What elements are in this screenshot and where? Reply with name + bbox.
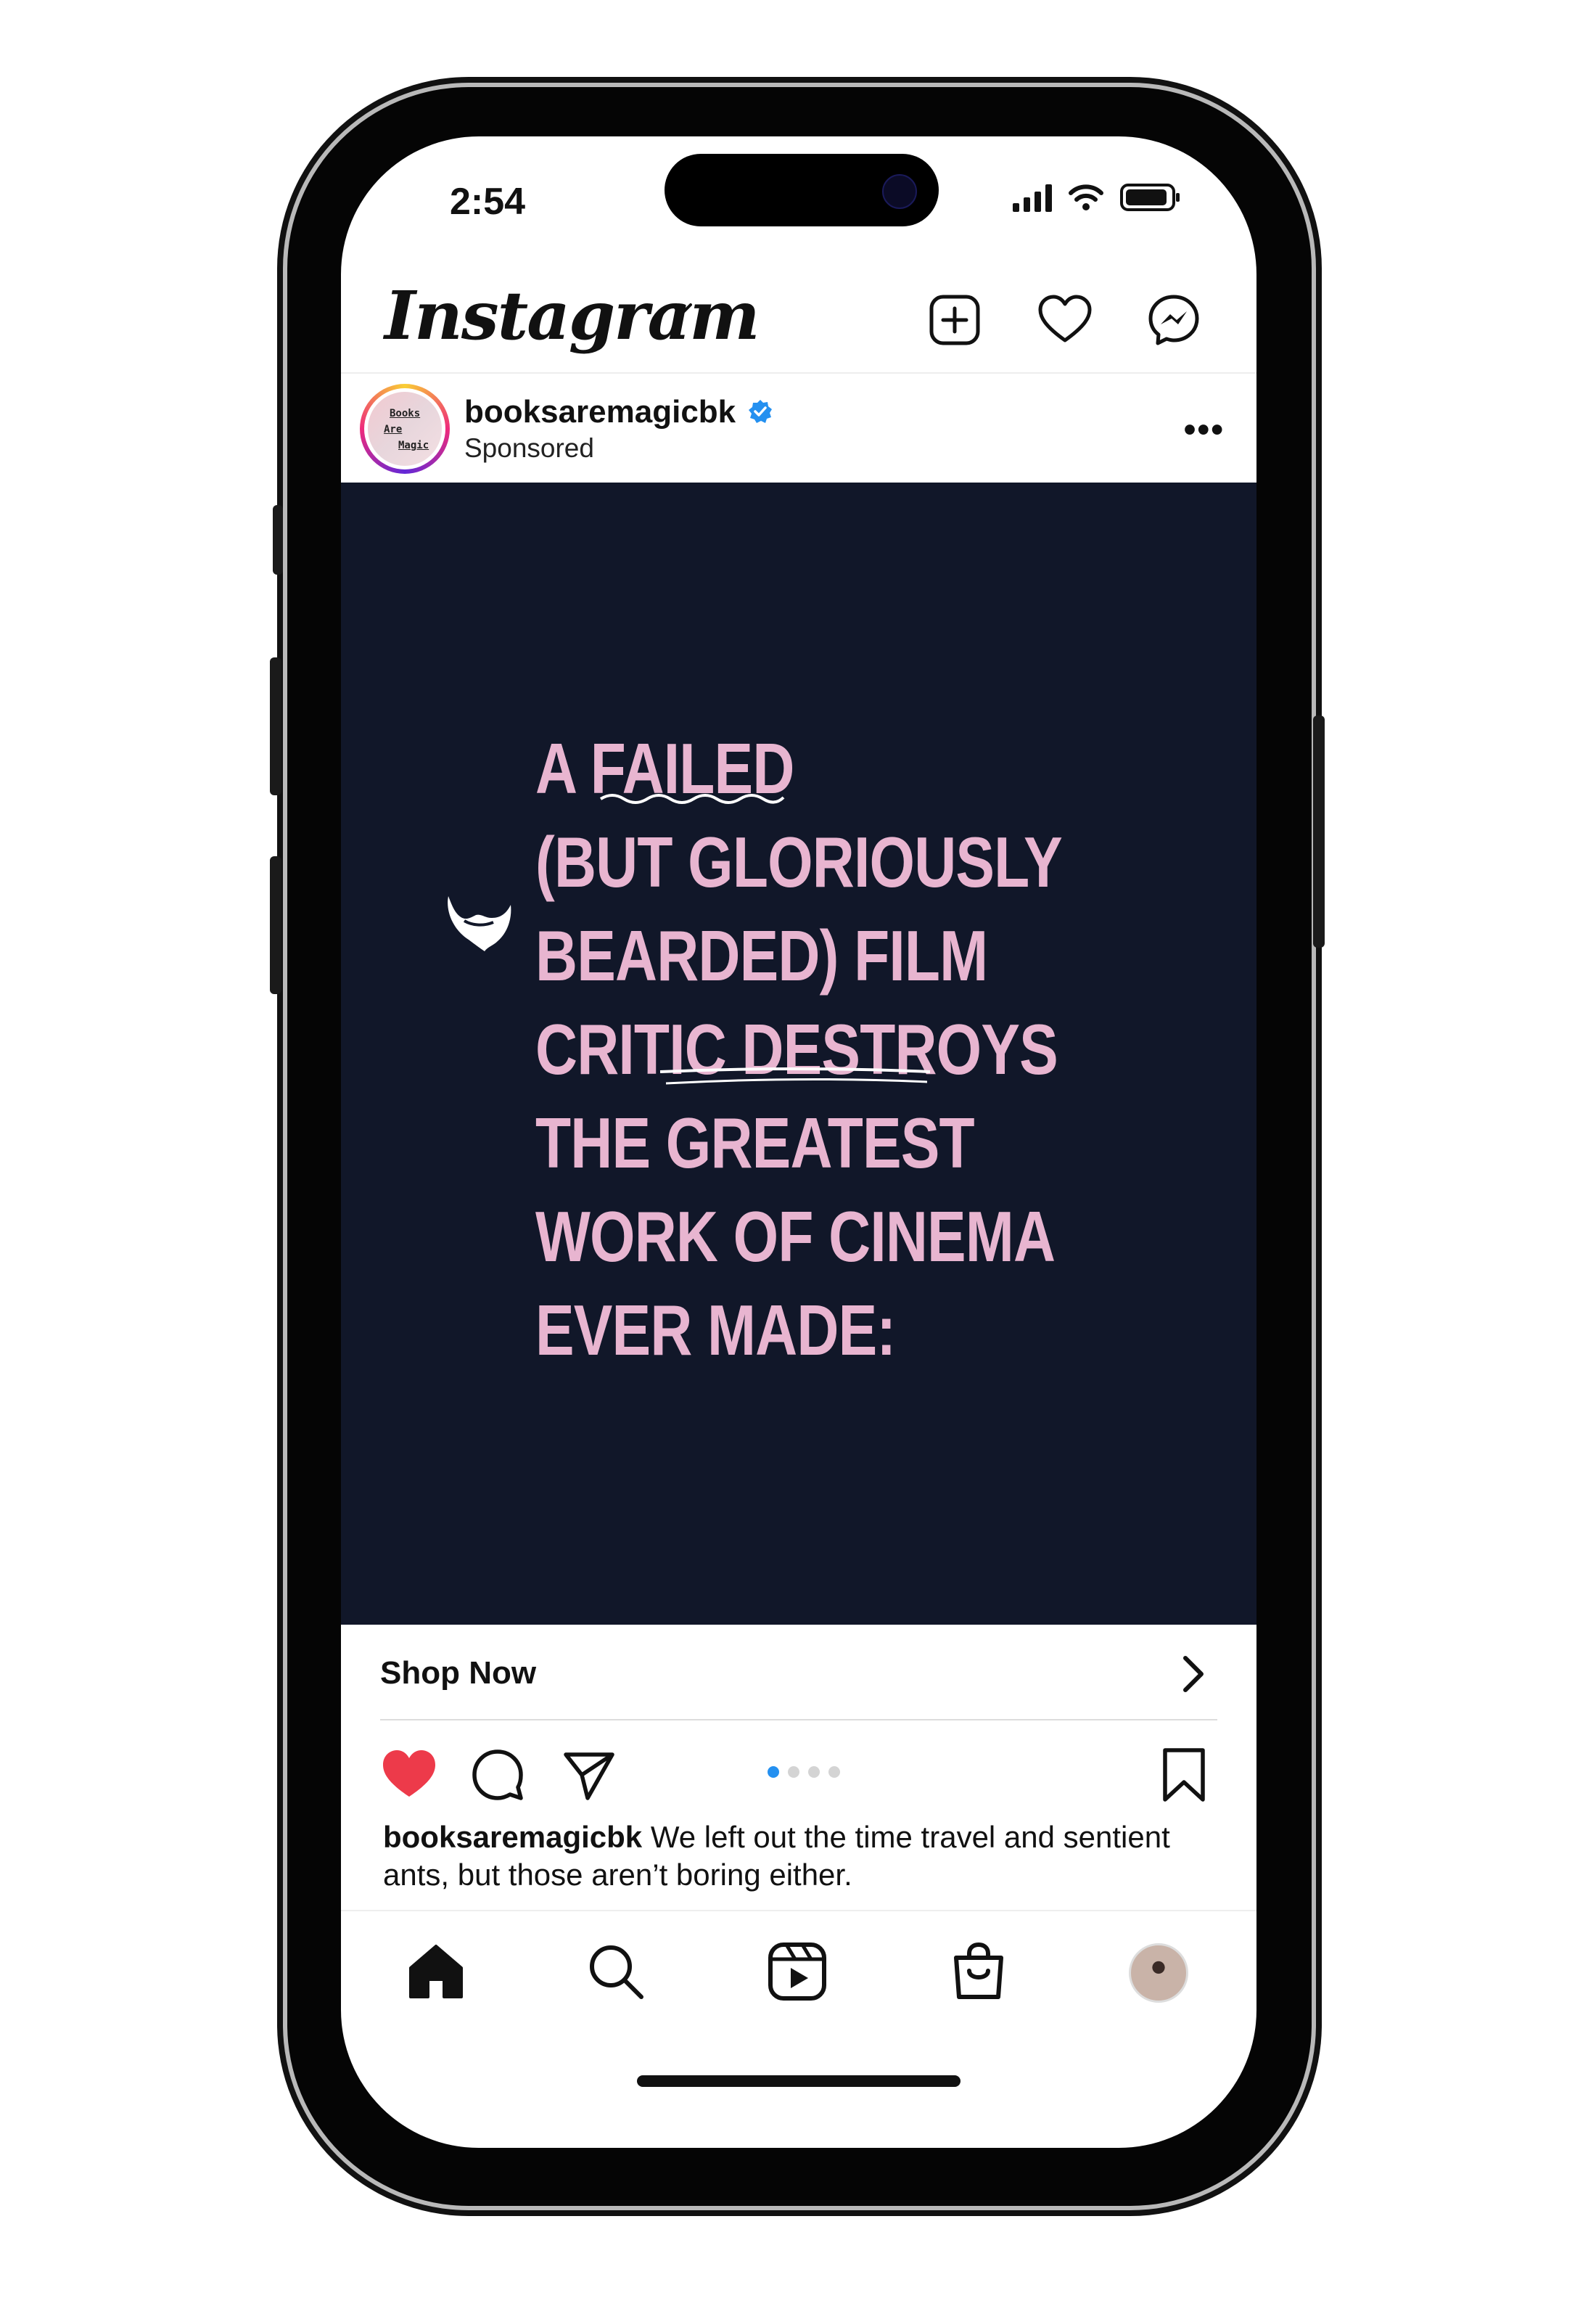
side-button-volume-up: [270, 657, 281, 795]
squiggle-underline: [599, 794, 785, 804]
app-header: Instagram: [341, 263, 1256, 374]
beard-icon: [448, 896, 511, 951]
shop-icon[interactable]: [946, 1939, 1011, 2004]
screen: 2:54 Instagram Books Are Magic booksarem…: [341, 136, 1256, 2148]
side-button-mute: [273, 505, 283, 575]
headline-line: EVER MADE:: [535, 1290, 896, 1370]
avatar-text: Books: [390, 408, 421, 419]
search-icon[interactable]: [583, 1939, 649, 2004]
sponsored-label: Sponsored: [464, 433, 594, 463]
carousel-indicator: [768, 1766, 840, 1778]
camera-icon: [882, 174, 917, 209]
messenger-icon[interactable]: [1146, 292, 1201, 348]
more-options-icon[interactable]: •••: [1184, 410, 1225, 450]
chevron-down-icon[interactable]: [669, 294, 698, 323]
headline-line: (BUT GLORIOUSLY: [535, 822, 1063, 902]
post-image[interactable]: A FAILED (BUT GLORIOUSLY BEARDED) FILM C…: [341, 483, 1256, 1625]
side-button-power: [1313, 715, 1325, 948]
side-button-volume-down: [270, 856, 281, 994]
post-username[interactable]: booksaremagicbk: [464, 394, 736, 430]
avatar-text: Magic: [398, 440, 429, 451]
avatar-text: Are: [384, 424, 403, 435]
share-icon[interactable]: [560, 1746, 618, 1804]
double-underline: [659, 1067, 931, 1085]
chevron-right-icon: [1183, 1656, 1204, 1692]
wifi-icon: [1069, 184, 1103, 210]
reels-icon[interactable]: [765, 1939, 830, 2004]
headline-line: BEARDED) FILM: [535, 916, 988, 996]
headline-line: WORK OF CINEMA: [535, 1197, 1056, 1276]
new-post-icon[interactable]: [927, 292, 982, 348]
heart-filled-icon[interactable]: [380, 1746, 438, 1804]
profile-avatar[interactable]: [1129, 1943, 1188, 2003]
home-icon[interactable]: [403, 1939, 469, 2004]
app-logo[interactable]: Instagram: [384, 276, 760, 355]
headline: A FAILED (BUT GLORIOUSLY BEARDED) FILM C…: [535, 722, 1116, 1377]
shop-now-button[interactable]: Shop Now: [380, 1625, 1217, 1720]
post-caption: booksaremagicbk We left out the time tra…: [383, 1818, 1196, 1894]
caption-username[interactable]: booksaremagicbk: [383, 1820, 642, 1854]
headline-line: THE GREATEST: [535, 1103, 975, 1183]
bookmark-icon[interactable]: [1155, 1746, 1213, 1804]
post-header: Books Are Magic booksaremagicbk Sponsore…: [341, 374, 1256, 483]
verified-badge-icon: [749, 400, 772, 423]
heart-icon[interactable]: [1037, 292, 1093, 348]
status-time: 2:54: [450, 181, 526, 223]
dynamic-island: [665, 154, 939, 226]
cellular-signal-icon: [1013, 183, 1052, 212]
comment-icon[interactable]: [469, 1746, 527, 1804]
shop-now-label: Shop Now: [380, 1655, 537, 1691]
status-icons: [1013, 183, 1180, 212]
post-actions: [341, 1740, 1256, 1813]
battery-icon: [1120, 184, 1180, 211]
avatar[interactable]: Books Are Magic: [360, 384, 450, 474]
tab-bar: [341, 1910, 1256, 2035]
home-indicator[interactable]: [637, 2075, 961, 2087]
